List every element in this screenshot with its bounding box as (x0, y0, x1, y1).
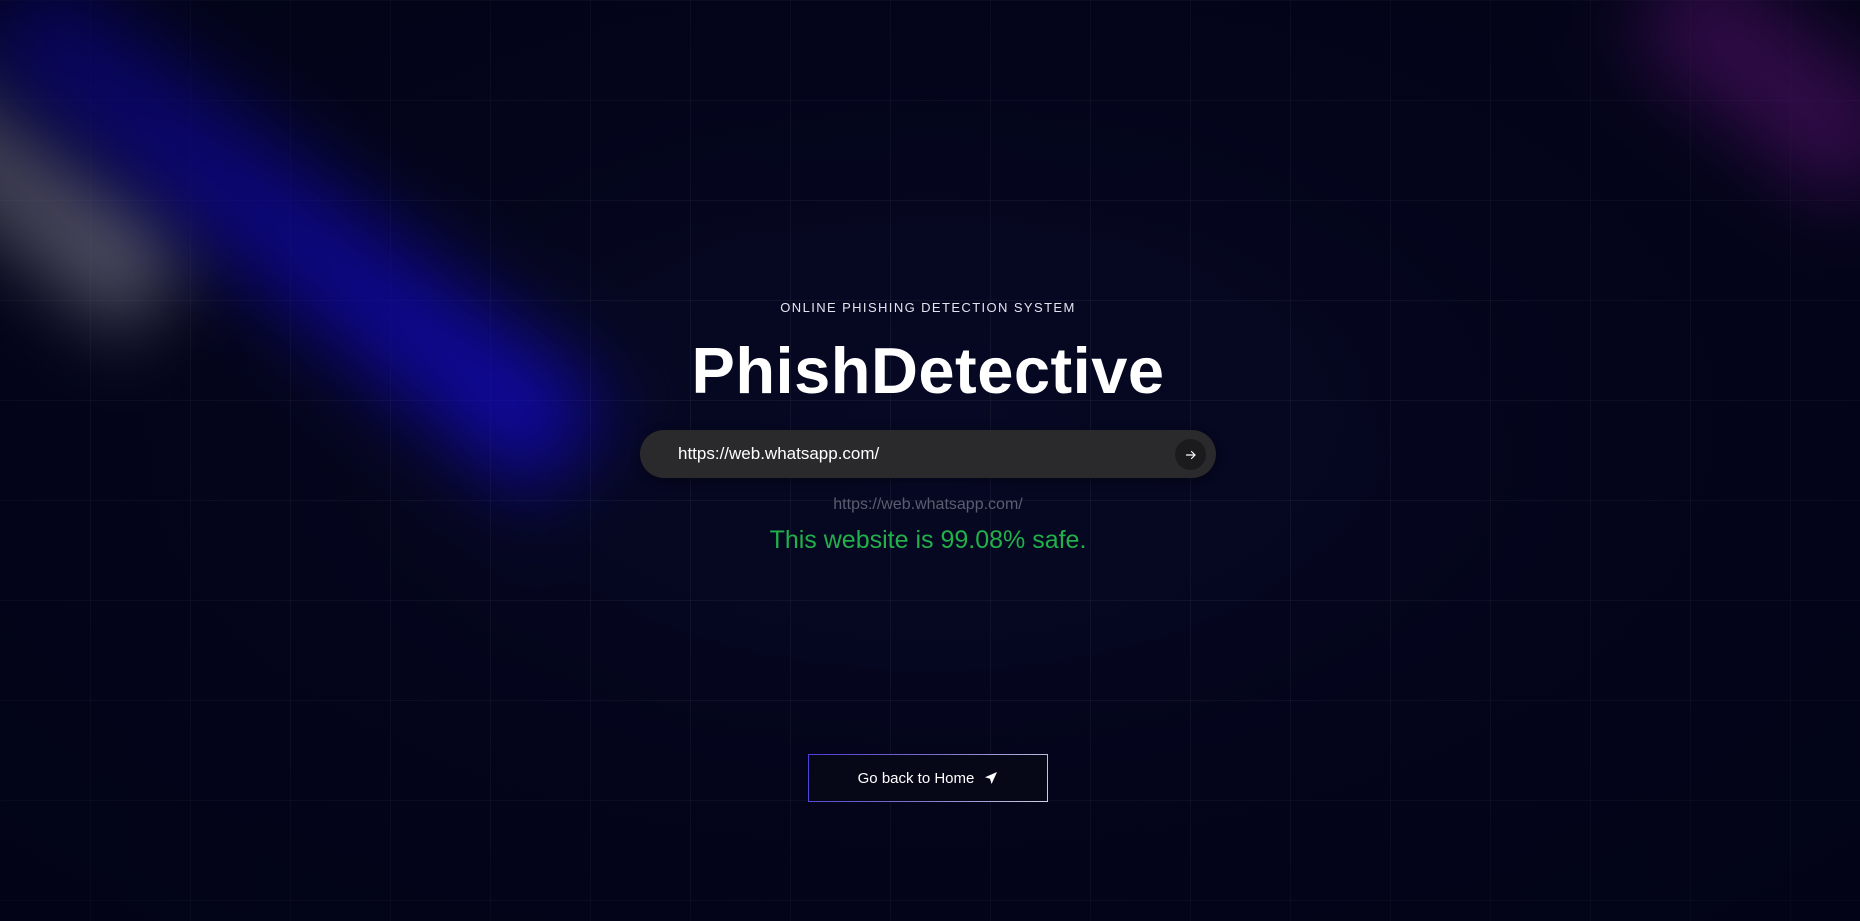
checked-url-text: https://web.whatsapp.com/ (833, 496, 1023, 513)
arrow-right-icon (1185, 449, 1197, 461)
page-title: PhishDetective (691, 334, 1165, 407)
main-content: ONLINE PHISHING DETECTION SYSTEM PhishDe… (0, 0, 1860, 921)
submit-button[interactable] (1175, 439, 1206, 470)
url-input[interactable] (678, 430, 1148, 478)
hero-eyebrow: ONLINE PHISHING DETECTION SYSTEM (780, 300, 1076, 315)
send-arrow-icon (984, 771, 998, 785)
go-home-label: Go back to Home (857, 769, 975, 787)
safety-result-message: This website is 99.08% safe. (769, 526, 1087, 554)
go-home-button[interactable]: Go back to Home (808, 754, 1048, 802)
page-background: ONLINE PHISHING DETECTION SYSTEM PhishDe… (0, 0, 1860, 921)
url-search-bar (640, 430, 1216, 478)
